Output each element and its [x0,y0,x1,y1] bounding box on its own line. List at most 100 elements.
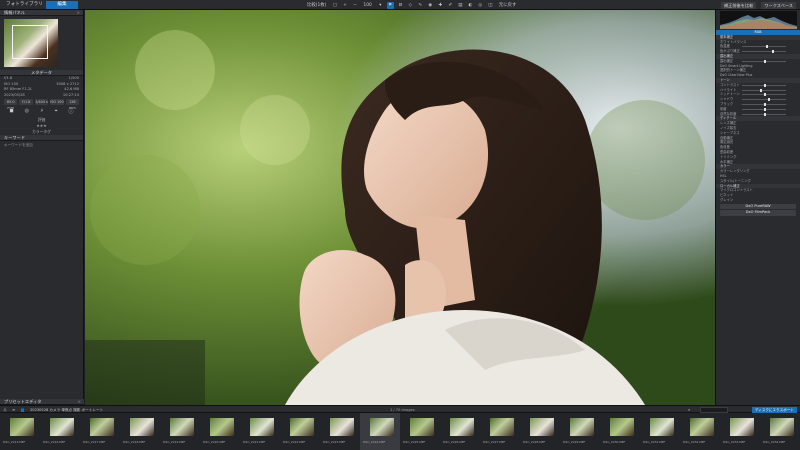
thumbnail-image [90,418,114,436]
crop-icon[interactable]: ⌗ [386,1,394,9]
filmstrip-thumbnail[interactable]: DSC_2231.NEF [640,413,680,450]
thumbnail-filename: DSC_2219.NEF [163,440,186,444]
right-panel: RGB 基本補正 ホワイトバランス 色温度 色かぶり補正 露出補正 露出補正 D… [715,10,800,405]
adjust-label: ブラック [720,101,734,106]
chevron-down-icon[interactable]: ▾ [377,2,384,9]
gradient-icon[interactable]: ▤ [457,2,464,9]
before-after-button[interactable]: 補正前後を比較 [720,1,757,9]
brush-icon[interactable]: ✐ [447,2,454,9]
slider-knob[interactable] [764,107,766,111]
thumbnail-filename: DSC_2222.NEF [283,440,306,444]
filmstrip-thumbnail[interactable]: DSC_2222.NEF [280,413,320,450]
compare-dropdown[interactable]: 比較(1枚) [305,2,328,9]
fit-icon[interactable]: ▢ [331,2,338,9]
tab-edit[interactable]: 編集 [46,1,78,9]
slider-knob[interactable] [764,102,766,106]
redeye-icon[interactable]: ◉ [427,2,434,9]
slider-knob[interactable] [768,98,770,102]
thumbnail-filename: DSC_2213.NEF [3,440,26,444]
slider-knob[interactable] [764,112,766,116]
lens-icon[interactable]: ◎ [25,108,29,115]
slider-knob[interactable] [764,83,766,87]
filmstrip-thumbnail[interactable]: DSC_2216.NEF [40,413,80,450]
flash-icon[interactable]: ⚡ [40,108,44,115]
saturation-slider[interactable] [742,107,786,111]
shadows-slider[interactable] [742,98,786,102]
filmstrip-thumbnail[interactable]: DSC_2223.NEF [320,413,360,450]
filmstrip-thumbnail[interactable]: DSC_2213.NEF [0,413,40,450]
undo-button[interactable]: 元に戻す [497,2,519,9]
tab-photo-library[interactable]: フォトライブラリ [2,1,50,9]
navigator-header[interactable]: 情報パネル × [0,10,83,16]
contrast-slider[interactable] [742,83,786,87]
pureraw-button[interactable]: DxO PureRAW [720,203,796,210]
mask-icon[interactable]: ◐ [467,2,474,9]
thumbnail-filename: DSC_2227.NEF [483,440,506,444]
adjust-label: シャドウ [720,97,734,102]
filmstrip-thumbnail[interactable]: DSC_2219.NEF [160,413,200,450]
adjust-row[interactable]: グレイン [716,198,800,203]
adjust-label: 色温度 [720,44,730,49]
thumbnail-image [730,418,754,436]
zoom-out-icon[interactable]: − [351,2,358,9]
filmstrip-thumbnail[interactable]: DSC_2227.NEF [480,413,520,450]
gps-icon[interactable]: ⌖ [55,108,58,115]
image-viewer[interactable] [85,10,715,405]
horizon-icon[interactable]: ⊟ [397,2,404,9]
thumbnail-image [650,418,674,436]
temperature-slider[interactable] [742,45,786,49]
filmstrip-thumbnail[interactable]: DSC_2230.NEF [600,413,640,450]
compare-split-icon[interactable]: ◫ [487,2,494,9]
camera-icon[interactable]: ◼ [10,108,14,115]
zoom-in-icon[interactable]: + [341,2,348,9]
filmstrip-thumbnail[interactable]: DSC_2220.NEF [200,413,240,450]
perspective-icon[interactable]: ◇ [407,2,414,9]
eye-icon[interactable]: ◎ [477,2,484,9]
midtones-slider[interactable] [742,93,786,97]
workspace-button[interactable]: ワークスペース [761,1,796,9]
close-icon[interactable]: × [76,10,80,16]
slider-knob[interactable] [760,88,762,92]
filmstrip-thumbnail[interactable]: DSC_2225.NEF [400,413,440,450]
exposure-slider[interactable] [742,59,786,63]
adjust-label: 露出補正 [720,58,734,63]
metadata-header[interactable]: メタデータ [0,70,83,76]
filmstrip-thumbnail[interactable]: DSC_2228.NEF [520,413,560,450]
slider-knob[interactable] [764,93,766,97]
keyword-input[interactable]: キーワードを追加 [0,141,83,147]
thumbnail-image [490,418,514,436]
filmstrip-thumbnail[interactable]: DSC_2233.NEF [720,413,760,450]
slider-knob[interactable] [772,50,774,54]
zoom-level[interactable]: 100 [361,2,373,9]
blacks-slider[interactable] [742,102,786,106]
filmstrip-thumbnail[interactable]: DSC_2226.NEF [440,413,480,450]
filmstrip-thumbnail[interactable]: DSC_2217.NEF [80,413,120,450]
navigator-view-frame[interactable] [12,25,48,59]
info-icon[interactable]: ⓘ [68,108,73,115]
tint-slider[interactable] [742,50,786,54]
filmstrip-thumbnail[interactable]: DSC_2224.NEF [360,413,400,450]
eyedropper-icon[interactable]: ✎ [417,2,424,9]
sort-icon[interactable]: ≡ [12,407,15,412]
keywords-header[interactable]: キーワード [0,135,83,141]
thumbnail-image [170,418,194,436]
thumbnail-image [450,418,474,436]
repair-icon[interactable]: ✚ [437,2,444,9]
filmstrip-thumbnail[interactable]: DSC_2221.NEF [240,413,280,450]
filmstrip-thumbnail[interactable]: DSC_2232.NEF [680,413,720,450]
filmpack-button[interactable]: DxO FilmPack [720,210,796,216]
navigator-thumbnail[interactable] [4,19,58,67]
filmstrip-thumbnail[interactable]: DSC_2229.NEF [560,413,600,450]
filmstrip-thumbnail[interactable]: DSC_2234.NEF [760,413,800,450]
slider-knob[interactable] [766,45,768,49]
slider-knob[interactable] [764,59,766,63]
thumbnail-image [570,418,594,436]
vibrance-slider[interactable] [742,112,786,116]
filmstrip-thumbnail[interactable]: DSC_2218.NEF [120,413,160,450]
highlights-slider[interactable] [742,88,786,92]
left-panel: 情報パネル × メタデータ f/1.8 1/500 ISO 100 3008 x 2… [0,10,84,405]
search-icon[interactable]: ⌕ [688,407,690,412]
thumbnail-image [410,418,434,436]
thumbnail-filename: DSC_2233.NEF [723,440,746,444]
folder-icon: ▆ [21,407,25,412]
